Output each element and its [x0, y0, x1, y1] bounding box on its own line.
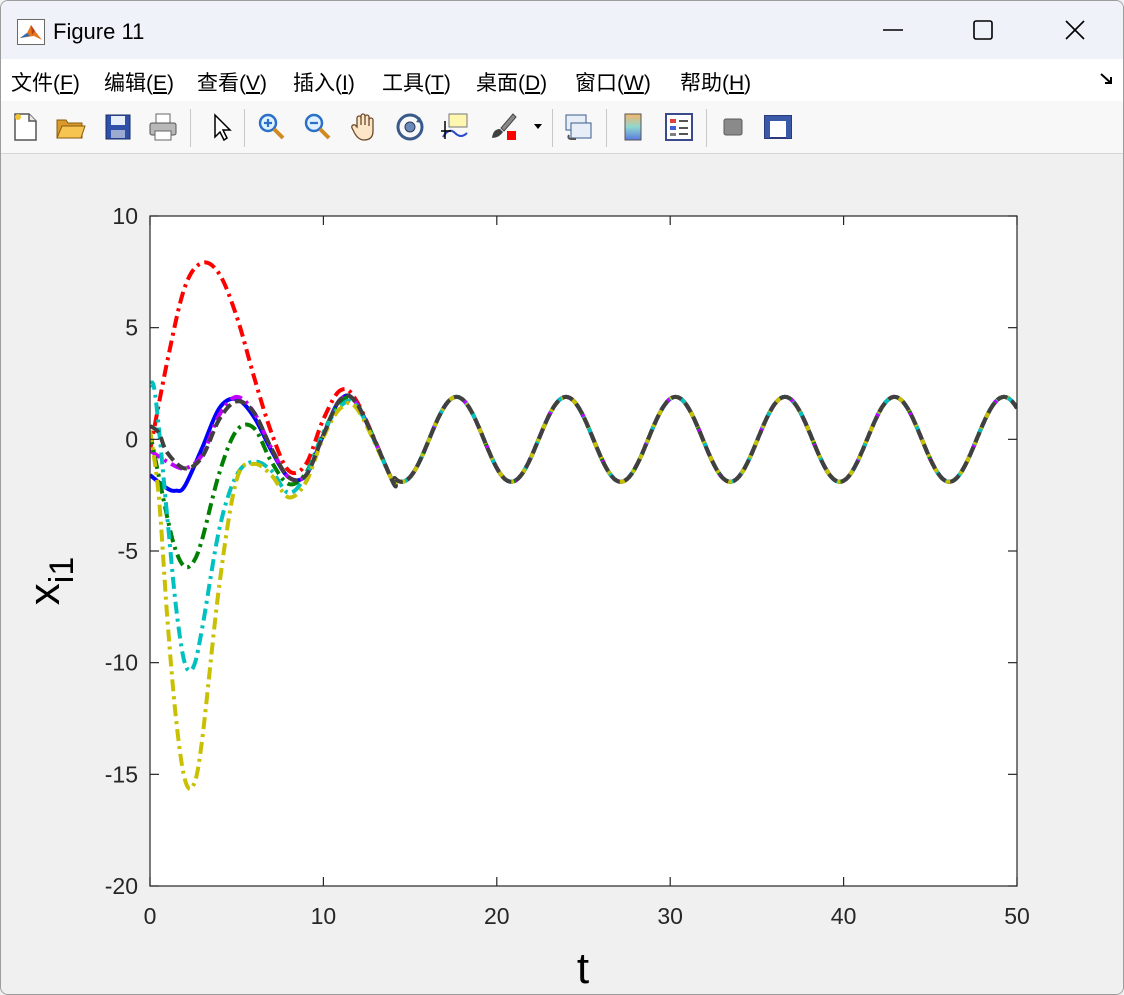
new-figure-button[interactable]	[7, 109, 43, 145]
edit-plot-button[interactable]	[202, 109, 238, 145]
minimize-icon	[883, 29, 903, 31]
y-tick-label: -10	[105, 650, 138, 676]
toolbar-separator	[706, 109, 707, 147]
menu-tools[interactable]: 工具(T)	[382, 67, 451, 97]
zoom-in-icon	[258, 113, 285, 140]
hide-plot-tools-button[interactable]	[715, 109, 751, 145]
pan-hand-icon	[351, 113, 374, 141]
print-button[interactable]	[145, 109, 181, 145]
save-icon	[105, 114, 131, 140]
show-plot-tools-button[interactable]	[760, 109, 796, 145]
figure-canvas[interactable]: 0 10 20 30 40 50 10 5 0 -5 -10 -15 -20 t xi1	[1, 154, 1123, 994]
brush-dropdown-button[interactable]	[528, 109, 548, 145]
data-cursor-icon	[441, 113, 468, 139]
colorbar-button[interactable]	[615, 109, 651, 145]
minimize-button[interactable]	[847, 1, 939, 59]
zoom-out-icon	[304, 113, 331, 140]
x-tick-label: 0	[144, 903, 157, 929]
legend-button[interactable]	[661, 109, 697, 145]
legend-icon	[665, 113, 693, 141]
line-chart[interactable]: 0 10 20 30 40 501050-5-10-15-20 t xi1	[1, 154, 1123, 994]
brush-icon	[492, 113, 517, 140]
y-axis-label-subscript: i1	[43, 557, 81, 583]
link-plot-icon	[565, 114, 592, 140]
data-cursor-button[interactable]	[437, 109, 473, 145]
print-icon	[149, 113, 177, 141]
figure-toolbar	[1, 101, 1123, 154]
y-tick-label: -5	[118, 538, 138, 564]
window-title: Figure 11	[53, 19, 145, 44]
maximize-icon	[973, 20, 993, 40]
rotate-3d-icon	[396, 113, 424, 141]
x-tick-label: 50	[1004, 903, 1030, 929]
matlab-logo-icon	[17, 19, 45, 45]
colorbar-icon	[624, 113, 642, 141]
toolbar-separator	[190, 109, 191, 147]
y-tick-label: 0	[125, 426, 138, 452]
y-tick-label: 5	[125, 315, 138, 341]
menu-desktop[interactable]: 桌面(D)	[476, 67, 547, 97]
menu-edit[interactable]: 编辑(E)	[104, 67, 174, 97]
x-tick-label: 10	[311, 903, 337, 929]
y-tick-label: -20	[105, 873, 138, 899]
close-button[interactable]	[1029, 1, 1121, 59]
svg-text:xi1: xi1	[20, 557, 81, 605]
close-icon	[1065, 20, 1085, 40]
save-button[interactable]	[100, 109, 136, 145]
x-tick-label: 20	[484, 903, 510, 929]
y-tick-label: -15	[105, 761, 138, 787]
figure-window: Figure 11 文件(F) 编辑(E) 查看(V) 插入(I) 工具(T) …	[0, 0, 1124, 995]
open-folder-icon	[56, 119, 86, 139]
y-axis-label: xi1	[20, 557, 81, 605]
pointer-icon	[214, 113, 232, 142]
y-axis-label-main: x	[20, 583, 69, 605]
plot-area	[150, 216, 1017, 886]
menu-window[interactable]: 窗口(W)	[575, 67, 651, 97]
menu-bar: 文件(F) 编辑(E) 查看(V) 插入(I) 工具(T) 桌面(D) 窗口(W…	[1, 59, 1123, 101]
zoom-out-button[interactable]	[299, 109, 335, 145]
menu-file[interactable]: 文件(F)	[11, 67, 80, 97]
menu-view[interactable]: 查看(V)	[197, 67, 267, 97]
maximize-button[interactable]	[937, 1, 1029, 59]
x-tick-label: 40	[831, 903, 857, 929]
pan-button[interactable]	[346, 109, 382, 145]
link-plot-button[interactable]	[560, 109, 596, 145]
zoom-in-button[interactable]	[253, 109, 289, 145]
y-tick-label: 10	[112, 203, 138, 229]
dock-arrow-icon[interactable]	[1099, 71, 1115, 87]
new-figure-icon	[14, 113, 37, 141]
x-axis-label: t	[577, 944, 589, 993]
title-bar[interactable]: Figure 11	[1, 1, 1123, 59]
toolbar-separator	[244, 109, 245, 147]
open-file-button[interactable]	[52, 109, 88, 145]
rotate-3d-button[interactable]	[392, 109, 428, 145]
show-plot-tools-icon	[764, 115, 792, 139]
toolbar-separator	[552, 109, 553, 147]
toolbar-separator	[606, 109, 607, 147]
x-tick-label: 30	[657, 903, 683, 929]
chevron-down-icon	[534, 124, 542, 129]
menu-insert[interactable]: 插入(I)	[293, 67, 355, 97]
hide-plot-tools-icon	[723, 118, 743, 136]
menu-help[interactable]: 帮助(H)	[680, 67, 751, 97]
brush-button[interactable]	[485, 109, 521, 145]
